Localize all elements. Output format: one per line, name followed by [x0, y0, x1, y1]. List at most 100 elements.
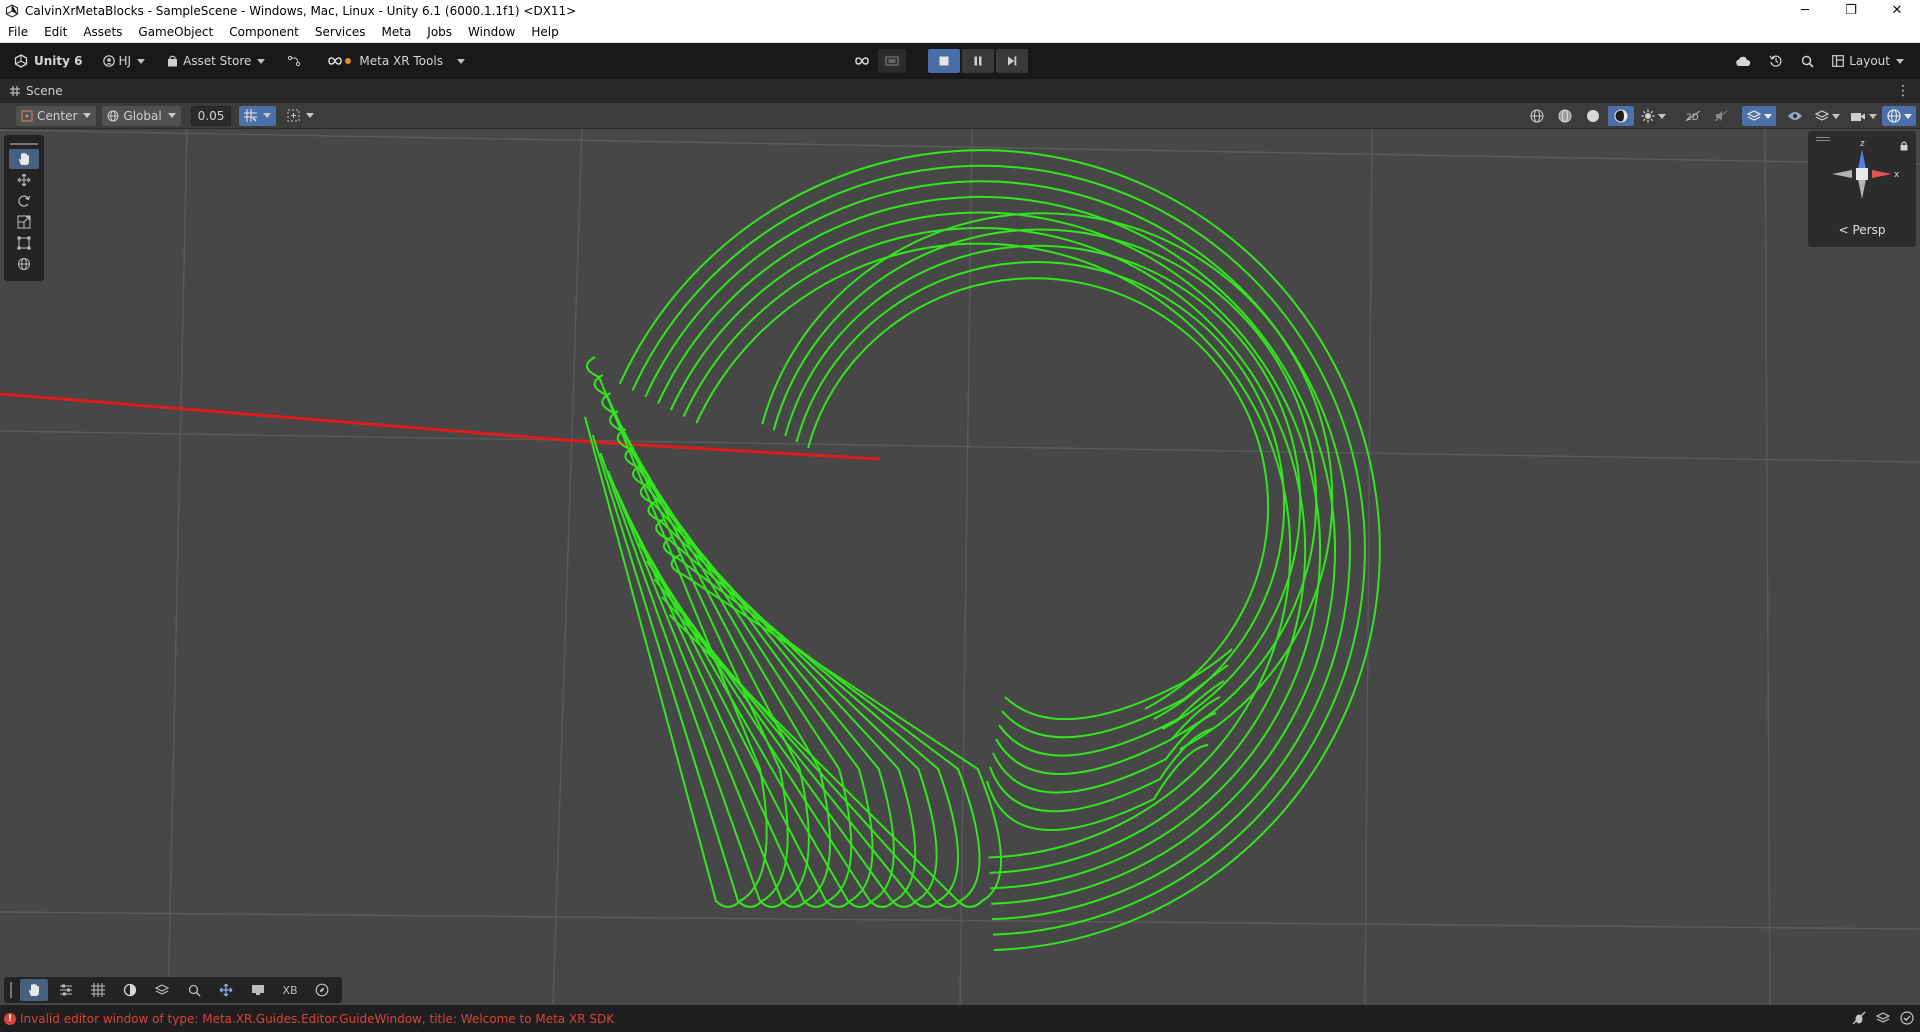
contour-ring [795, 261, 1286, 720]
minimize-button[interactable]: ─ [1782, 0, 1828, 21]
asset-store-label: Asset Store [183, 54, 252, 68]
layout-icon [1832, 55, 1845, 67]
more-options-icon[interactable]: ⋮ [1896, 83, 1910, 99]
debug-off-icon[interactable] [1852, 1011, 1866, 1025]
sun-icon [1641, 109, 1654, 123]
console-message[interactable]: Invalid editor window of type: Meta.XR.G… [20, 1012, 614, 1026]
shopping-bag-icon [168, 55, 178, 67]
cloud-button[interactable] [1729, 49, 1757, 73]
meta-status-dot [345, 58, 352, 64]
snap-increment-field[interactable]: 0.05 [190, 105, 232, 126]
hand-icon [28, 983, 39, 996]
contour-lines [584, 149, 1381, 951]
overlay-toolbar: XB [4, 977, 342, 1003]
grid-snapping-toggle[interactable] [239, 105, 277, 126]
xb-button[interactable]: XB [276, 979, 304, 1001]
display-button[interactable] [244, 979, 272, 1001]
layers-button[interactable] [148, 979, 176, 1001]
close-button[interactable]: ✕ [1874, 0, 1920, 21]
layout-dropdown[interactable]: Layout [1826, 49, 1910, 73]
rect-tool-button[interactable] [9, 233, 39, 253]
error-icon: ! [4, 1012, 16, 1025]
shading-button[interactable] [116, 979, 144, 1001]
meta-xr-tools-dropdown[interactable]: Meta XR Tools [321, 49, 471, 73]
transform-tool-button[interactable] [9, 254, 39, 274]
tab-scene[interactable]: Scene [26, 84, 63, 98]
audio-toggle[interactable] [1708, 106, 1734, 126]
pivot-mode-dropdown[interactable]: Center [16, 105, 97, 126]
account-label: HJ [118, 54, 132, 68]
rotate-tool-button[interactable] [9, 191, 39, 211]
rotate-icon [18, 195, 31, 207]
projection-label: Persp [1852, 223, 1886, 237]
unlit-toggle[interactable] [1608, 106, 1634, 126]
menu-component[interactable]: Component [221, 21, 307, 43]
scene-grid [0, 129, 1920, 1005]
sliders-icon [60, 984, 72, 996]
account-dropdown[interactable]: HJ [97, 49, 152, 73]
x-axis-line [0, 392, 881, 461]
pause-button[interactable] [962, 49, 994, 73]
move-tool-button[interactable] [9, 170, 39, 190]
meta-link-button[interactable] [848, 49, 876, 73]
play-button[interactable] [928, 49, 960, 73]
2d-toggle[interactable]: 2D [1680, 106, 1706, 126]
effects-dropdown[interactable] [1742, 106, 1776, 126]
camera-dropdown[interactable] [1846, 106, 1880, 126]
shaded-toggle[interactable] [1580, 106, 1606, 126]
scene-canvas[interactable] [0, 129, 1920, 1005]
grid-button[interactable] [84, 979, 112, 1001]
svg-text:2D: 2D [1686, 113, 1699, 122]
step-button[interactable] [996, 49, 1028, 73]
monitor-icon [252, 985, 264, 995]
view-tool-button[interactable] [9, 149, 39, 169]
undo-history-button[interactable] [1763, 49, 1789, 73]
orientation-gizmo[interactable]: z x < Persp [1808, 131, 1916, 247]
compass-button[interactable] [308, 979, 336, 1001]
scene-viewport[interactable]: z x < Persp XB [0, 129, 1920, 1005]
orientation-toggle[interactable] [1524, 106, 1550, 126]
lighting-toggle[interactable] [1636, 106, 1670, 126]
chevron-down-icon [456, 58, 465, 64]
asset-store-dropdown[interactable]: Asset Store [161, 49, 271, 73]
menu-gameobject[interactable]: GameObject [130, 21, 221, 43]
branch-icon [288, 55, 301, 67]
gizmo-z-label: z [1860, 139, 1865, 149]
main-toolbar: Unity 6 HJ Asset Store Meta XR Tools Lay… [0, 43, 1920, 79]
projection-toggle[interactable]: < Persp [1808, 223, 1916, 237]
layers-dropdown[interactable] [1810, 106, 1844, 126]
inspector-button[interactable] [52, 979, 80, 1001]
scene-visibility-toggle[interactable] [1782, 106, 1808, 126]
menu-help[interactable]: Help [523, 21, 566, 43]
unity-account-button[interactable]: Unity 6 [8, 49, 89, 73]
step-icon [1008, 56, 1017, 66]
menu-assets[interactable]: Assets [75, 21, 130, 43]
scene-grid-icon [10, 86, 20, 96]
pan-button[interactable] [212, 979, 240, 1001]
scale-tool-button[interactable] [9, 212, 39, 232]
check-circle-icon[interactable] [1900, 1011, 1914, 1025]
layers-icon[interactable] [1876, 1011, 1890, 1025]
hand-tool-button[interactable] [20, 979, 48, 1001]
drag-handle[interactable] [10, 143, 38, 145]
pivot-rotation-dropdown[interactable]: Global [102, 105, 181, 126]
menu-edit[interactable]: Edit [36, 21, 75, 43]
menu-window[interactable]: Window [460, 21, 523, 43]
menu-services[interactable]: Services [307, 21, 374, 43]
menu-file[interactable]: File [0, 21, 36, 43]
version-control-button[interactable] [281, 49, 307, 73]
window-title-bar: CalvinXrMetaBlocks - SampleScene - Windo… [0, 0, 1920, 21]
increment-snap-dropdown[interactable] [282, 105, 320, 126]
simulator-button[interactable] [878, 49, 906, 73]
drag-handle[interactable] [10, 982, 12, 998]
menu-meta[interactable]: Meta [374, 21, 420, 43]
zoom-button[interactable] [180, 979, 208, 1001]
shaded-wireframe-toggle[interactable] [1552, 106, 1578, 126]
unity-cube-icon [14, 54, 28, 68]
menu-jobs[interactable]: Jobs [419, 21, 460, 43]
search-button[interactable] [1795, 49, 1820, 73]
gizmo-globe-icon [1886, 109, 1901, 123]
gizmos-dropdown[interactable] [1882, 106, 1916, 126]
restore-button[interactable]: ❐ [1828, 0, 1874, 21]
pivot-mode-label: Center [37, 108, 78, 123]
